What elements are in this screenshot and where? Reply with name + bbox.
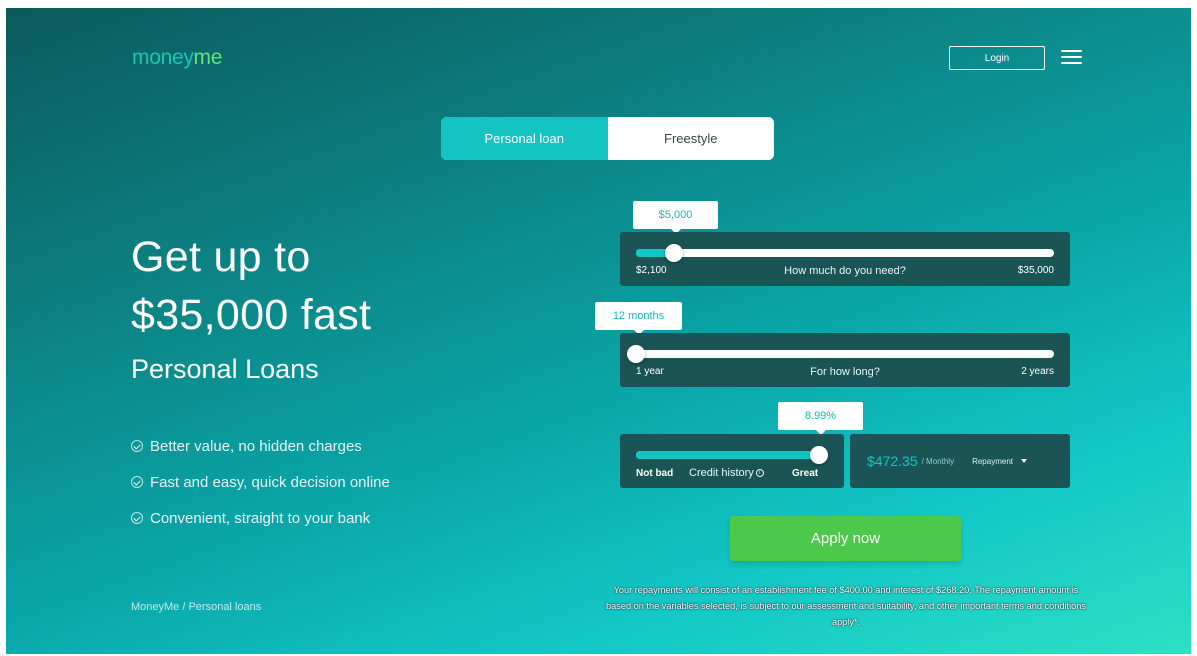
credit-caption-text: Credit history bbox=[689, 467, 754, 479]
credit-min-label: Not bad bbox=[636, 468, 674, 479]
info-icon[interactable]: i bbox=[755, 469, 764, 478]
term-value-bubble: 12 months bbox=[595, 302, 682, 335]
credit-caption: Credit history i bbox=[689, 467, 764, 479]
amount-slider-panel: $2,100 How much do you need? $35,000 bbox=[620, 232, 1070, 286]
rate-value-bubble: 8.99% bbox=[778, 402, 863, 435]
repayment-selector-label: Repayment bbox=[972, 456, 1013, 466]
hamburger-menu-icon[interactable] bbox=[1061, 50, 1082, 66]
hero-subtitle: Personal Loans bbox=[131, 354, 319, 384]
term-caption: For how long? bbox=[810, 366, 880, 378]
hero-title: Get up to $35,000 fast bbox=[131, 228, 511, 344]
repayment-period: / Monthly bbox=[921, 456, 955, 466]
benefit-text: Fast and easy, quick decision online bbox=[150, 473, 390, 491]
benefit-item: Convenient, straight to your bank bbox=[131, 500, 390, 536]
menu-bar bbox=[1061, 50, 1082, 52]
term-slider-track[interactable] bbox=[627, 345, 1054, 363]
amount-slider-thumb[interactable] bbox=[664, 244, 683, 262]
credit-max-label: Great bbox=[792, 468, 819, 479]
benefit-list: Better value, no hidden charges Fast and… bbox=[131, 428, 390, 536]
repayment-panel: $472.35 / Monthly Repayment bbox=[850, 434, 1070, 488]
repayment-amount: $472.35 bbox=[867, 453, 918, 469]
benefit-text: Convenient, straight to your bank bbox=[150, 509, 371, 527]
check-circle-icon bbox=[131, 512, 143, 524]
check-circle-icon bbox=[131, 476, 143, 488]
loan-type-toggle: Personal loan Freestyle bbox=[441, 117, 774, 160]
amount-value-bubble: $5,000 bbox=[633, 201, 718, 234]
amount-caption: How much do you need? bbox=[784, 265, 906, 277]
term-slider-panel: 1 year For how long? 2 years bbox=[620, 333, 1070, 387]
logo-text-me: me bbox=[193, 46, 223, 69]
moneyme-logo[interactable]: moneyme bbox=[132, 46, 222, 70]
repayment-disclaimer: Your repayments will consist of an estab… bbox=[606, 585, 1086, 627]
benefit-item: Better value, no hidden charges bbox=[131, 428, 390, 464]
logo-text-money: money bbox=[132, 46, 194, 69]
tab-personal-loan[interactable]: Personal loan bbox=[441, 117, 608, 160]
credit-slider-fill bbox=[636, 451, 819, 459]
credit-slider-track[interactable] bbox=[636, 446, 828, 464]
hero-title-line1: Get up to bbox=[131, 233, 311, 281]
hero-title-line2: $35,000 fast bbox=[131, 291, 372, 339]
amount-max-label: $35,000 bbox=[1017, 265, 1054, 276]
benefit-text: Better value, no hidden charges bbox=[150, 437, 362, 455]
credit-slider-thumb[interactable] bbox=[810, 446, 828, 464]
menu-bar bbox=[1061, 62, 1082, 64]
hero: Get up to $35,000 fast Personal Loans bbox=[131, 228, 511, 385]
tab-freestyle[interactable]: Freestyle bbox=[607, 117, 774, 160]
term-max-label: 2 years bbox=[1021, 366, 1054, 377]
repayment-selector[interactable]: Repayment bbox=[972, 457, 1027, 466]
menu-bar bbox=[1061, 56, 1082, 58]
apply-now-button[interactable]: Apply now bbox=[730, 516, 961, 561]
caret-down-icon bbox=[1021, 459, 1027, 464]
amount-slider-track[interactable] bbox=[636, 244, 1054, 262]
credit-history-panel: Not bad Credit history i Great bbox=[620, 434, 844, 488]
term-slider-thumb[interactable] bbox=[627, 345, 645, 363]
benefit-item: Fast and easy, quick decision online bbox=[131, 464, 390, 500]
check-circle-icon bbox=[131, 440, 143, 452]
login-button[interactable]: Login bbox=[949, 46, 1045, 70]
breadcrumb[interactable]: MoneyMe / Personal loans bbox=[131, 601, 261, 613]
page: moneyme Login Personal loan Freestyle Ge… bbox=[6, 8, 1191, 654]
